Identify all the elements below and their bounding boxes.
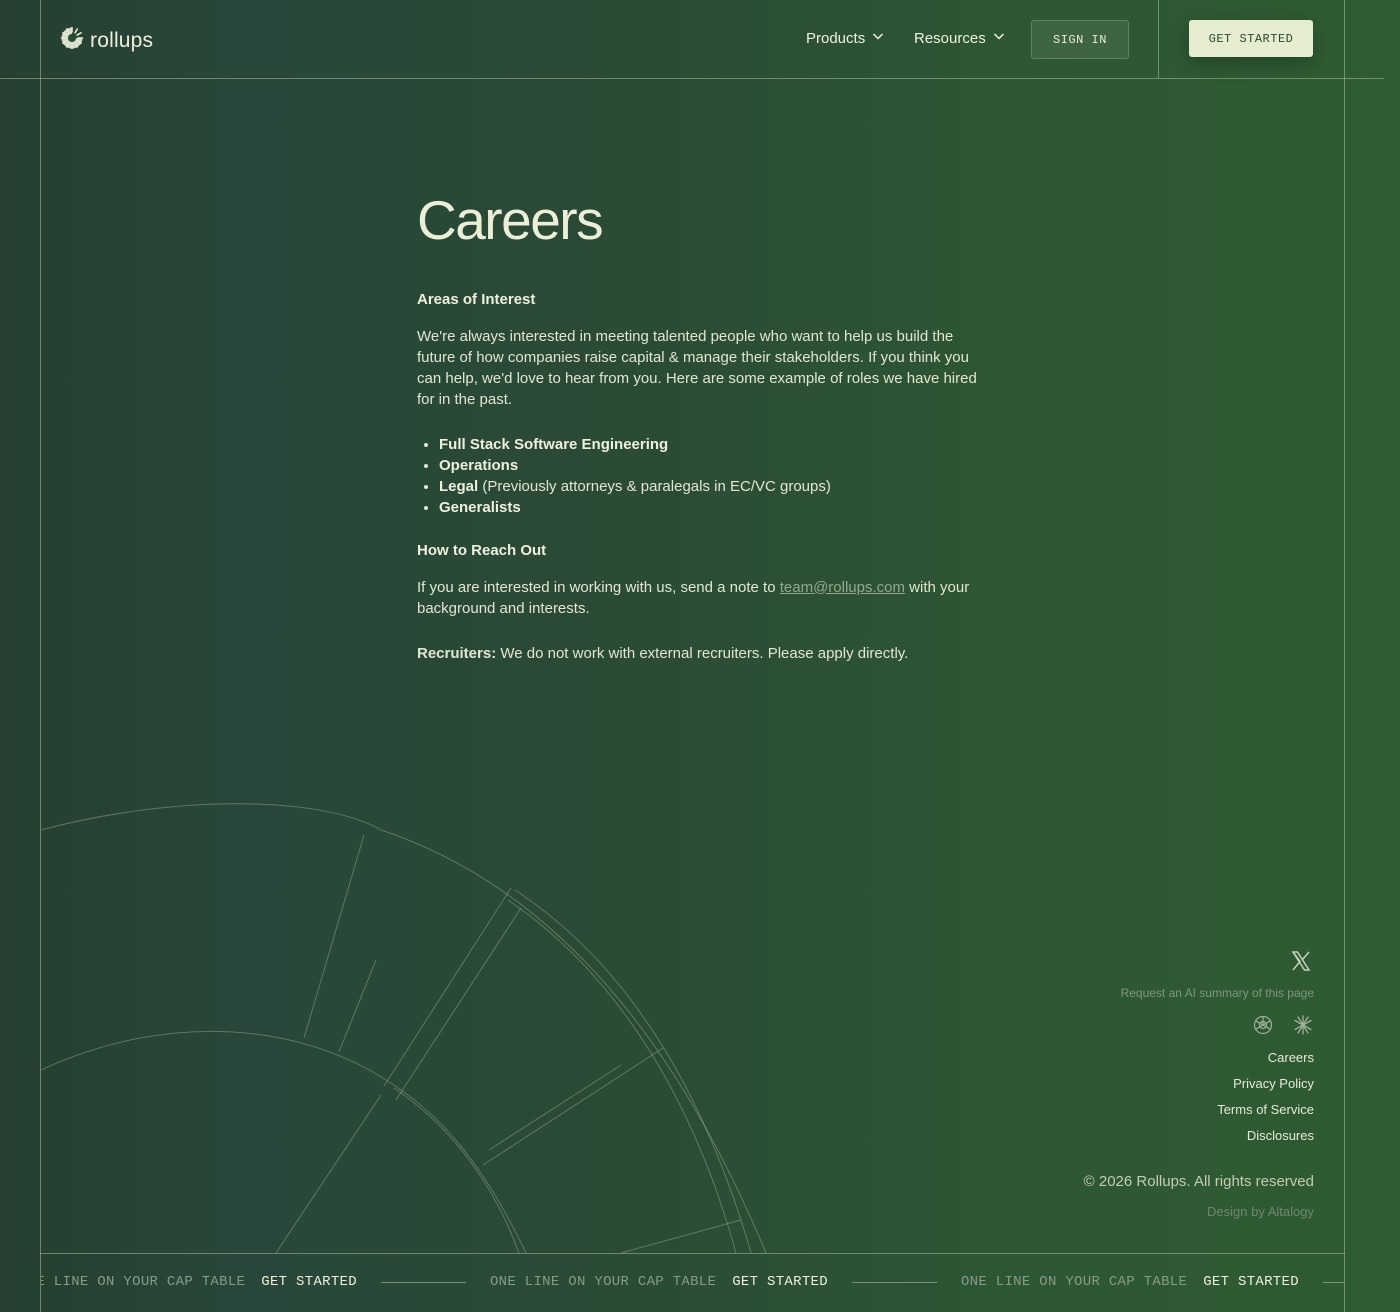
nav-resources-label: Resources (914, 29, 986, 47)
claude-icon[interactable] (1292, 1014, 1314, 1041)
marquee-item: ONE LINE ON YOUR CAP TABLE GET STARTED (41, 1274, 490, 1290)
roles-list: Full Stack Software Engineering Operatio… (417, 434, 977, 518)
x-twitter-icon[interactable] (1288, 948, 1314, 974)
marquee-get-started[interactable]: GET STARTED (732, 1274, 828, 1290)
marquee-track: ONE LINE ON YOUR CAP TABLE GET STARTED O… (41, 1274, 1344, 1290)
marquee-tagline: ONE LINE ON YOUR CAP TABLE (489, 1274, 717, 1290)
decorative-arcs (41, 790, 941, 1253)
recruiters-label: Recruiters: (417, 644, 497, 662)
get-started-button[interactable]: GET STARTED (1189, 20, 1313, 57)
marquee-banner: ONE LINE ON YOUR CAP TABLE GET STARTED O… (41, 1254, 1344, 1312)
footer-link-privacy-policy[interactable]: Privacy Policy (1217, 1076, 1314, 1092)
footer-links: Careers Privacy Policy Terms of Service … (1217, 1050, 1314, 1154)
marquee-divider (380, 1281, 466, 1283)
reach-paragraph: If you are interested in working with us… (417, 577, 977, 619)
page-title: Careers (417, 189, 604, 251)
chevron-down-icon (871, 29, 885, 47)
intro-paragraph: We're always interested in meeting talen… (417, 327, 977, 408)
footer-link-disclosures[interactable]: Disclosures (1217, 1128, 1314, 1144)
reach-text-before: If you are interested in working with us… (417, 578, 776, 596)
role-name: Generalists (439, 498, 521, 516)
footer-link-careers[interactable]: Careers (1217, 1050, 1314, 1066)
marquee-get-started[interactable]: GET STARTED (261, 1274, 357, 1290)
sign-in-button[interactable]: SIGN IN (1031, 20, 1129, 59)
logo[interactable]: rollups (60, 26, 153, 55)
logo-icon (60, 26, 84, 55)
marquee-divider (851, 1281, 937, 1283)
email-link[interactable]: team@rollups.com (780, 579, 905, 596)
marquee-item: ONE LINE ON YOUR CAP TABLE GET STARTED (490, 1274, 961, 1290)
reach-heading: How to Reach Out (417, 541, 547, 559)
nav-resources[interactable]: Resources (914, 29, 1006, 47)
footer-link-terms-of-service[interactable]: Terms of Service (1217, 1102, 1314, 1118)
nav-products-label: Products (806, 29, 866, 47)
site-header: rollups Products Resources SIGN IN GET S… (0, 0, 1400, 78)
header-bottom-line (0, 78, 1384, 79)
marquee-divider (1322, 1281, 1344, 1283)
marquee-tagline: ONE LINE ON YOUR CAP TABLE (41, 1274, 246, 1290)
areas-heading: Areas of Interest (417, 290, 536, 308)
role-name: Operations (439, 456, 519, 474)
frame-line-left (40, 0, 41, 1312)
list-item: Legal (Previously attorneys & paralegals… (439, 476, 977, 497)
copyright: © 2026 Rollups. All rights reserved (1083, 1173, 1314, 1190)
careers-content: Careers Areas of Interest We're always i… (417, 190, 977, 688)
recruiters-note: Recruiters: We do not work with external… (417, 643, 977, 664)
list-item: Operations (439, 455, 977, 476)
marquee-get-started[interactable]: GET STARTED (1203, 1274, 1299, 1290)
chevron-down-icon (992, 29, 1006, 47)
role-name: Full Stack Software Engineering (439, 435, 669, 453)
list-item: Full Stack Software Engineering (439, 434, 977, 455)
marquee-item: ONE LINE ON YOUR CAP TABLE GET STARTED (961, 1274, 1344, 1290)
design-credit[interactable]: Design by Altalogy (1207, 1204, 1314, 1219)
ai-icons (1252, 1014, 1314, 1041)
marquee-tagline: ONE LINE ON YOUR CAP TABLE (960, 1274, 1188, 1290)
logo-text: rollups (90, 28, 154, 52)
role-note: (Previously attorneys & paralegals in EC… (482, 477, 831, 495)
recruiters-text: We do not work with external recruiters.… (500, 644, 909, 662)
role-name: Legal (439, 477, 479, 495)
list-item: Generalists (439, 497, 977, 518)
openai-icon[interactable] (1252, 1014, 1274, 1041)
frame-line-right (1344, 0, 1345, 1312)
ai-summary-label: Request an AI summary of this page (1120, 986, 1314, 1000)
nav-products[interactable]: Products (806, 29, 885, 47)
